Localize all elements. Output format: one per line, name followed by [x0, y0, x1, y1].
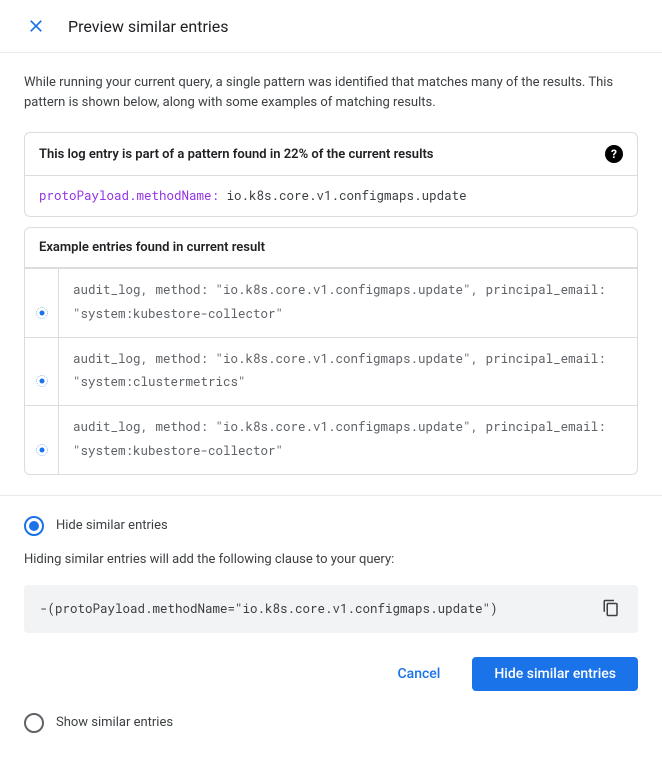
dialog-title: Preview similar entries [68, 17, 229, 36]
pattern-row: protoPayload.methodName: io.k8s.core.v1.… [25, 176, 637, 216]
entry-text: audit_log, method: "io.k8s.core.v1.confi… [59, 338, 637, 406]
cancel-button[interactable]: Cancel [376, 657, 463, 691]
table-row[interactable]: audit_log, method: "io.k8s.core.v1.confi… [25, 405, 637, 474]
hide-similar-button[interactable]: Hide similar entries [472, 657, 638, 691]
radio-hide-label: Hide similar entries [56, 518, 168, 533]
entry-text: audit_log, method: "io.k8s.core.v1.confi… [59, 269, 637, 337]
table-row[interactable]: audit_log, method: "io.k8s.core.v1.confi… [25, 337, 637, 406]
pattern-card-header: This log entry is part of a pattern foun… [25, 133, 637, 176]
entry-icon-cell [25, 269, 59, 337]
query-clause-box: -(protoPayload.methodName="io.k8s.core.v… [24, 585, 638, 633]
radio-checked-icon [24, 516, 44, 536]
examples-card: Example entries found in current result … [24, 227, 638, 475]
close-icon [26, 16, 46, 36]
pattern-header-text: This log entry is part of a pattern foun… [39, 147, 434, 162]
intro-text: While running your current query, a sing… [24, 73, 638, 112]
pattern-value: io.k8s.core.v1.configmaps.update [219, 188, 467, 204]
radio-unchecked-icon [24, 713, 44, 733]
dialog-header: Preview similar entries [0, 0, 662, 53]
table-row[interactable]: audit_log, method: "io.k8s.core.v1.confi… [25, 268, 637, 337]
radio-show-label: Show similar entries [56, 715, 173, 730]
close-button[interactable] [24, 14, 48, 38]
examples-header: Example entries found in current result [25, 228, 637, 268]
copy-button[interactable] [602, 599, 622, 619]
entry-text: audit_log, method: "io.k8s.core.v1.confi… [59, 406, 637, 474]
notice-icon [36, 307, 48, 319]
help-icon[interactable]: ? [605, 145, 623, 163]
query-clause-text: -(protoPayload.methodName="io.k8s.core.v… [40, 601, 498, 617]
notice-icon [36, 375, 48, 387]
hide-hint: Hiding similar entries will add the foll… [24, 552, 638, 567]
notice-icon [36, 444, 48, 456]
dialog-content: While running your current query, a sing… [0, 53, 662, 769]
entry-icon-cell [25, 406, 59, 474]
divider [0, 495, 662, 496]
action-buttons: Cancel Hide similar entries [24, 657, 638, 691]
radio-show-similar[interactable]: Show similar entries [24, 713, 638, 733]
pattern-card: This log entry is part of a pattern foun… [24, 132, 638, 217]
radio-hide-similar[interactable]: Hide similar entries [24, 516, 638, 536]
copy-icon [602, 599, 620, 617]
entry-icon-cell [25, 338, 59, 406]
pattern-key: protoPayload.methodName: [39, 188, 219, 204]
